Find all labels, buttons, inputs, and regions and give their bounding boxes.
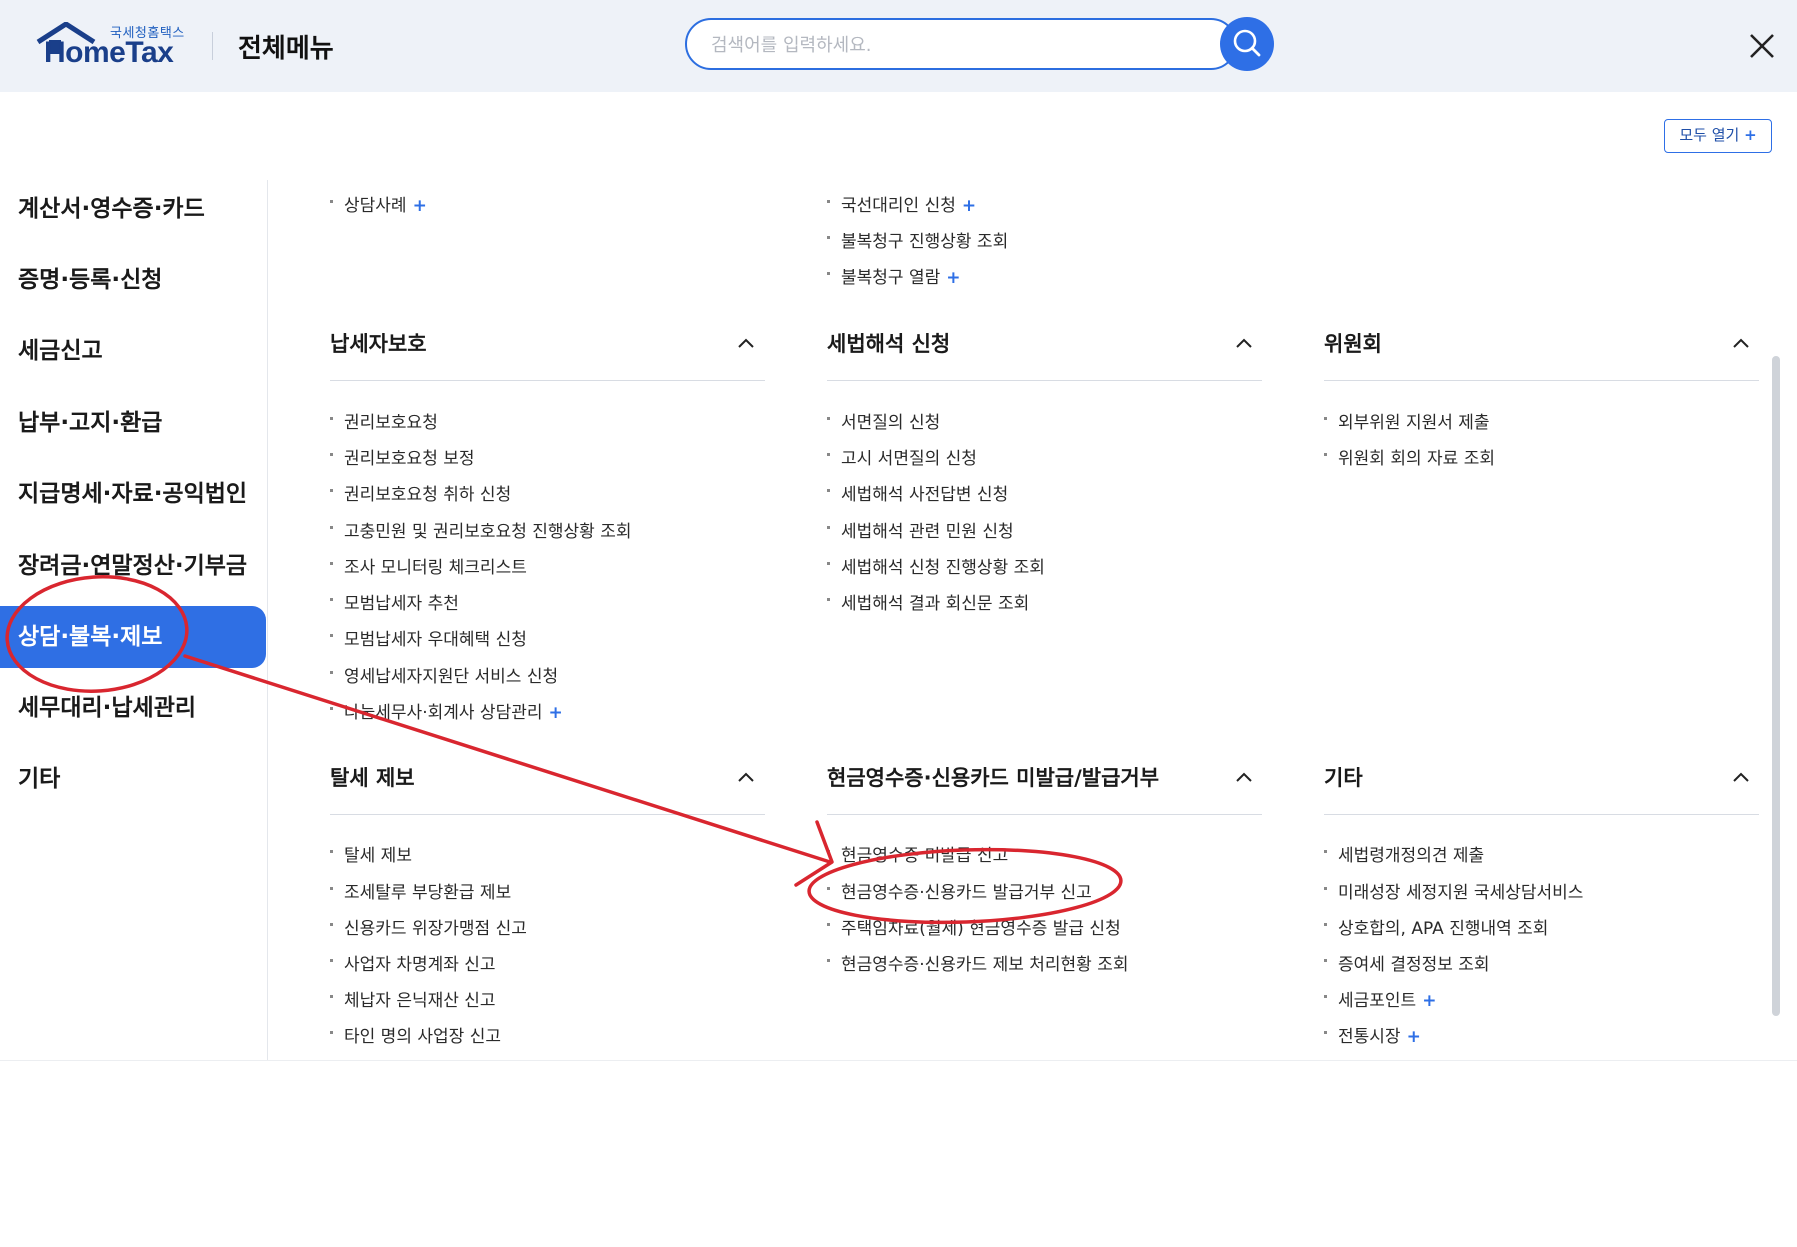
menu-item[interactable]: 영세납세자지원단 서비스 신청 [330, 662, 558, 687]
sidebar-item-tax-filing[interactable]: 세금신고 [0, 320, 266, 382]
section-divider [827, 814, 1262, 815]
menu-item-appeal-status[interactable]: 불복청구 진행상황 조회 [827, 227, 1008, 252]
expand-plus-icon[interactable]: + [549, 703, 563, 723]
menu-item-label: 상담사례 [344, 196, 407, 216]
chevron-up-icon[interactable] [1732, 771, 1750, 783]
sidebar-item-consult-appeal-report[interactable]: 상담·불복·제보 [0, 606, 266, 668]
header-divider [212, 32, 213, 60]
menu-item[interactable]: 조세탈루 부당환급 제보 [330, 878, 511, 903]
section-divider [330, 380, 765, 381]
hometax-logo[interactable]: 국세청홈택스 HomeTax [36, 22, 186, 70]
menu-item[interactable]: 세법해석 결과 회신문 조회 [827, 589, 1029, 614]
close-icon [1750, 34, 1774, 58]
menu-item[interactable]: 신용카드 위장가맹점 신고 [330, 914, 527, 939]
menu-item[interactable]: 세법령개정의견 제출 [1324, 841, 1484, 866]
menu-item-appeal-view[interactable]: 불복청구 열람 + [827, 263, 961, 288]
close-button[interactable] [1744, 28, 1780, 64]
menu-item[interactable]: 탈세 제보 [330, 841, 412, 866]
menu-item[interactable]: 조사 모니터링 체크리스트 [330, 553, 527, 578]
logo-wordmark: HomeTax [44, 36, 174, 69]
section-divider [1324, 380, 1759, 381]
sidebar-item-payment-notice-refund[interactable]: 납부·고지·환급 [0, 392, 266, 454]
menu-item[interactable]: 권리보호요청 [330, 408, 438, 433]
menu-item[interactable]: 위원회 회의 자료 조회 [1324, 444, 1495, 469]
menu-item[interactable]: 고시 서면질의 신청 [827, 444, 977, 469]
menu-item[interactable]: 증여세 결정정보 조회 [1324, 950, 1490, 975]
menu-item[interactable]: 주택임차료(월세) 현금영수증 발급 신청 [827, 914, 1121, 939]
menu-item-cash-receipt-refusal-report[interactable]: 현금영수증·신용카드 발급거부 신고 [827, 878, 1092, 903]
menu-item-label: 나눔세무사·회계사 상담관리 [344, 703, 543, 723]
menu-item[interactable]: 권리보호요청 보정 [330, 444, 475, 469]
menu-item[interactable]: 타인 명의 사업장 신고 [330, 1022, 501, 1047]
search-button[interactable] [1220, 17, 1274, 71]
menu-item[interactable]: 미래성장 세정지원 국세상담서비스 [1324, 878, 1583, 903]
chevron-up-icon[interactable] [737, 337, 755, 349]
menu-item-public-agent[interactable]: 국선대리인 신청 + [827, 191, 976, 216]
menu-item[interactable]: 고충민원 및 권리보호요청 진행상황 조회 [330, 517, 632, 542]
search-input[interactable] [709, 30, 1183, 60]
chevron-up-icon[interactable] [1732, 337, 1750, 349]
open-all-label: 모두 열기 [1679, 126, 1740, 144]
menu-item[interactable]: 체납자 은닉재산 신고 [330, 986, 496, 1011]
menu-item[interactable]: 세금포인트 + [1324, 986, 1436, 1011]
menu-item[interactable]: 외부위원 지원서 제출 [1324, 408, 1490, 433]
panel-bottom-edge [0, 1060, 1797, 1061]
plus-icon: + [1744, 126, 1757, 144]
chevron-up-icon[interactable] [1235, 771, 1253, 783]
header-bar: 국세청홈택스 HomeTax 전체메뉴 [0, 0, 1797, 92]
menu-item[interactable]: 세법해석 관련 민원 신청 [827, 517, 1014, 542]
section-title-committee[interactable]: 위원회 [1324, 328, 1382, 358]
menu-item-label: 전통시장 [1338, 1027, 1401, 1047]
menu-item-consult-cases[interactable]: 상담사례 + [330, 191, 427, 216]
sidebar-item-certificate-registration[interactable]: 증명·등록·신청 [0, 249, 266, 311]
section-title-cash-receipt[interactable]: 현금영수증·신용카드 미발급/발급거부 [827, 762, 1159, 792]
sidebar-item-etc[interactable]: 기타 [0, 748, 266, 810]
menu-item-label: 불복청구 진행상황 조회 [841, 232, 1009, 252]
menu-item-label: 세금포인트 [1338, 991, 1417, 1011]
section-title-tax-interpretation[interactable]: 세법해석 신청 [827, 328, 950, 358]
menu-item[interactable]: 전통시장 + [1324, 1022, 1421, 1047]
menu-item[interactable]: 사업자 차명계좌 신고 [330, 950, 496, 975]
chevron-up-icon[interactable] [737, 771, 755, 783]
menu-item-label: 국선대리인 신청 [841, 196, 956, 216]
expand-plus-icon[interactable]: + [962, 196, 976, 216]
search-box [685, 18, 1237, 70]
section-title-etc[interactable]: 기타 [1324, 762, 1363, 792]
sidebar-item-payment-statement[interactable]: 지급명세·자료·공익법인 [0, 463, 266, 525]
expand-plus-icon[interactable]: + [1407, 1027, 1421, 1047]
section-divider [1324, 814, 1759, 815]
menu-item[interactable]: 상호합의, APA 진행내역 조회 [1324, 914, 1548, 939]
sidebar-item-incentive-yearend[interactable]: 장려금·연말정산·기부금 [0, 535, 266, 597]
section-divider [330, 814, 765, 815]
menu-item[interactable]: 나눔세무사·회계사 상담관리 + [330, 698, 563, 723]
search-icon [1233, 29, 1261, 57]
expand-plus-icon[interactable]: + [946, 268, 960, 288]
page-title: 전체메뉴 [238, 34, 334, 64]
scrollbar[interactable] [1772, 356, 1780, 1016]
menu-item[interactable]: 권리보호요청 취하 신청 [330, 480, 511, 505]
sidebar-divider [267, 180, 268, 1060]
sidebar-item-tax-agent[interactable]: 세무대리·납세관리 [0, 677, 266, 739]
expand-plus-icon[interactable]: + [1422, 991, 1436, 1011]
menu-item[interactable]: 세법해석 사전답변 신청 [827, 480, 1008, 505]
section-divider [827, 380, 1262, 381]
open-all-button[interactable]: 모두 열기 + [1664, 119, 1772, 153]
section-title-tax-evasion-report[interactable]: 탈세 제보 [330, 762, 415, 792]
menu-item-label: 불복청구 열람 [841, 268, 941, 288]
menu-item[interactable]: 세법해석 신청 진행상황 조회 [827, 553, 1045, 578]
expand-plus-icon[interactable]: + [413, 196, 427, 216]
section-title-taxpayer-protection[interactable]: 납세자보호 [330, 328, 427, 358]
sidebar-item-invoice-receipt-card[interactable]: 계산서·영수증·카드 [0, 178, 266, 240]
menu-item[interactable]: 현금영수증·신용카드 제보 처리현황 조회 [827, 950, 1129, 975]
menu-item[interactable]: 모범납세자 추천 [330, 589, 459, 614]
menu-item[interactable]: 서면질의 신청 [827, 408, 940, 433]
menu-item[interactable]: 모범납세자 우대혜택 신청 [330, 625, 527, 650]
menu-item[interactable]: 현금영수증 미발급 신고 [827, 841, 1008, 866]
chevron-up-icon[interactable] [1235, 337, 1253, 349]
